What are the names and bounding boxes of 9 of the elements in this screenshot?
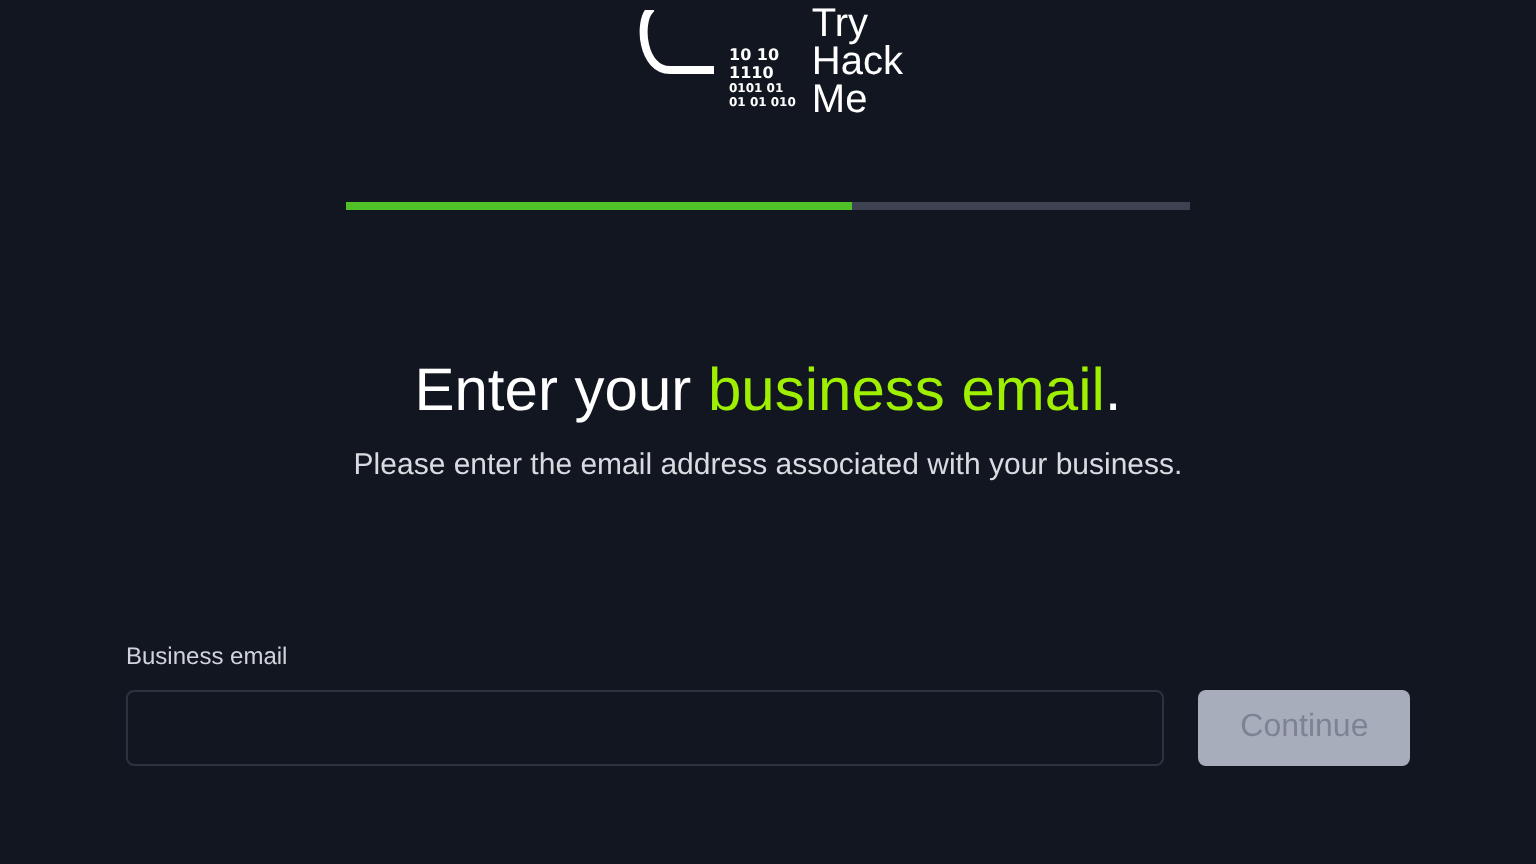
logo-wordmark: Try (811, 6, 869, 44)
field-label: Business email (126, 639, 290, 673)
email-input-field[interactable] (126, 689, 1165, 765)
logo-wordmark: Hack (811, 44, 903, 82)
heading: Enter your business email. (414, 356, 1122, 428)
logo-wordmark: Me (811, 82, 870, 120)
logo-binary: 1110 (729, 64, 776, 82)
logo-binary: 10 10 (729, 46, 782, 64)
subtitle: Please enter the email address associated with your business. (353, 446, 1183, 486)
